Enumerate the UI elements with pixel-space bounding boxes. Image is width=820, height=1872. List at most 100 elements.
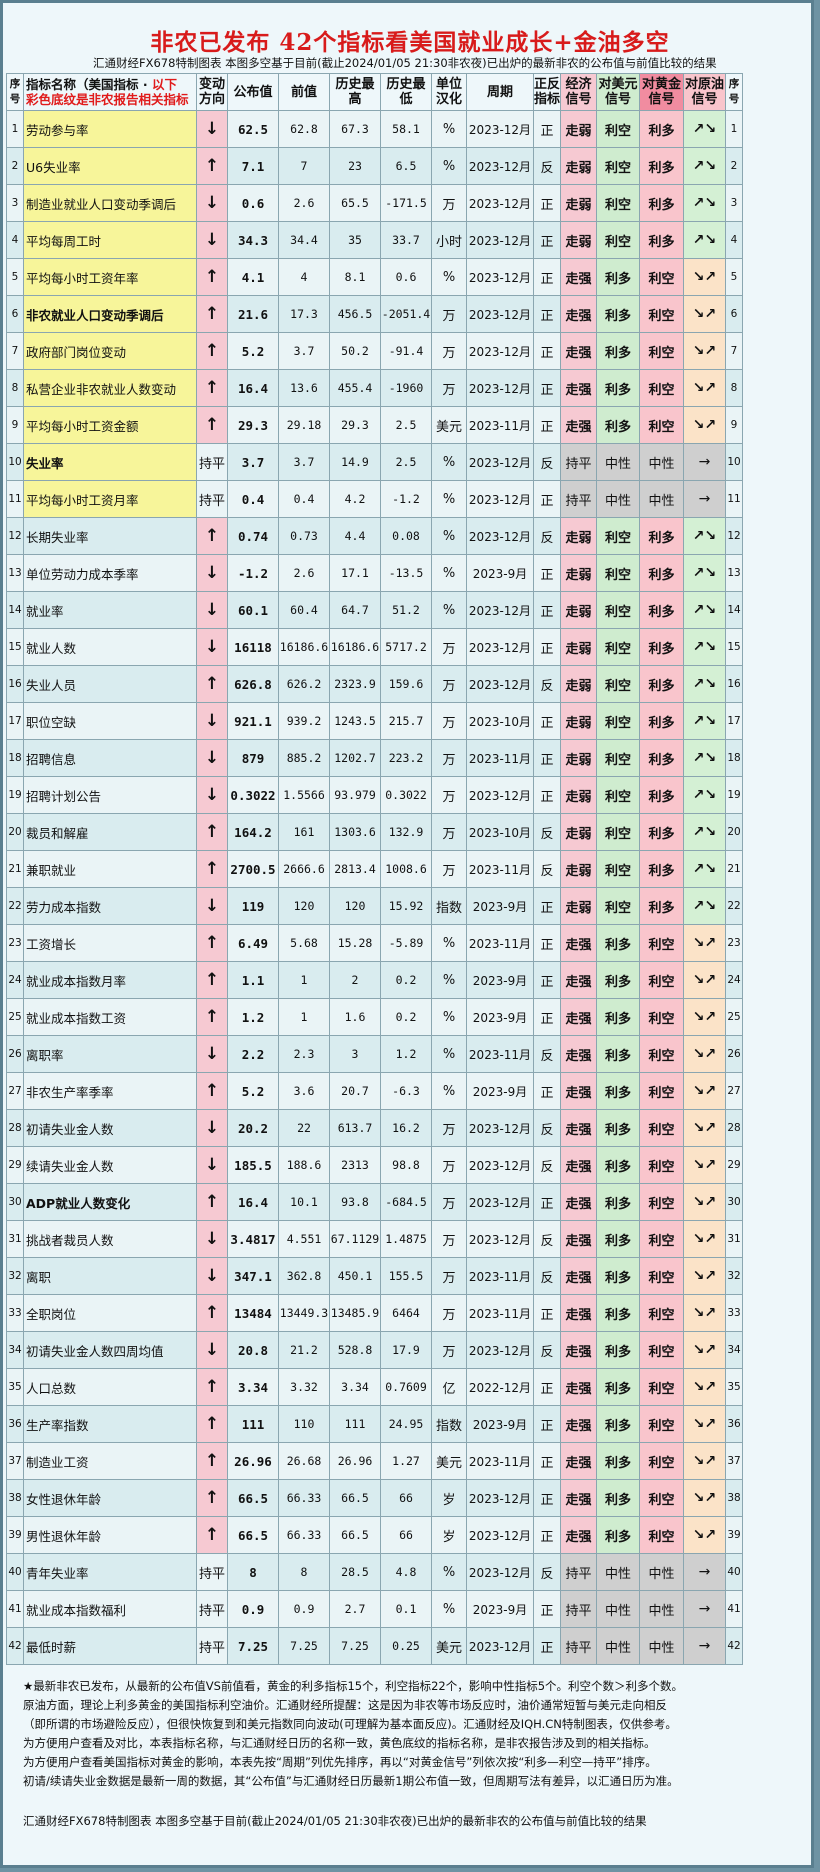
economic-signal: 走强 [560, 961, 597, 999]
row-index-right: 24 [725, 961, 743, 999]
change-direction: ↓ [196, 1109, 228, 1147]
previous-value: 26.68 [278, 1442, 330, 1480]
indicator-direction: 正 [533, 1072, 561, 1110]
period: 2023-11月 [466, 1294, 534, 1332]
previous-value: 22 [278, 1109, 330, 1147]
row-index-right: 29 [725, 1146, 743, 1184]
indicator-table: 序号 指标名称（美国指标 · 以下 彩色底纹是非农报告相关指标 变动方向 公布值 … [6, 73, 743, 1665]
row-index: 17 [6, 702, 24, 740]
unit: % [431, 1035, 467, 1073]
indicator-name: 初请失业金人数四周均值 [23, 1331, 197, 1369]
historical-high: 64.7 [329, 591, 381, 629]
indicator-name: 男性退休年龄 [23, 1516, 197, 1554]
historical-low: 66 [380, 1516, 432, 1554]
indicator-direction: 正 [533, 1479, 561, 1517]
indicator-direction: 反 [533, 147, 561, 185]
usd-signal: 利空 [596, 147, 640, 185]
change-direction: ↓ [196, 887, 228, 925]
previous-value: 1 [278, 961, 330, 999]
economic-signal: 走弱 [560, 739, 597, 777]
indicator-name: 离职率 [23, 1035, 197, 1073]
page-subtitle: 汇通财经FX678特制图表 本图多空基于目前(截止2024/01/05 21:3… [93, 56, 717, 70]
change-direction: ↓ [196, 1331, 228, 1369]
table-row: 19 招聘计划公告 ↓ 0.3022 1.5566 93.979 0.3022 万 2023-1… [6, 776, 743, 814]
table-row: 40 青年失业率 持平 8 8 28.5 4.8% 2023-12月反持平 中性 中性 → 40 [6, 1553, 743, 1591]
unit: 万 [431, 813, 467, 851]
row-index-right: 23 [725, 924, 743, 962]
note-line: 为方便用户查看及对比，本表指标名称，与汇通财经日历的名称一致，黄色底纹的指标名称… [23, 1736, 656, 1750]
indicator-direction: 正 [533, 591, 561, 629]
table-row: 20 裁员和解雇 ↑ 164.2 161 1303.6 132.9 万 2023-10月反走弱利… [6, 813, 743, 851]
unit: % [431, 998, 467, 1036]
historical-low: 5717.2 [380, 628, 432, 666]
table-row: 39 男性退休年龄 ↑ 66.5 66.33 66.5 66 岁 2023-12月正走强 利多 利空… [6, 1516, 743, 1554]
usd-signal: 利多 [596, 1183, 640, 1221]
row-index: 22 [6, 887, 24, 925]
historical-high: 450.1 [329, 1257, 381, 1295]
table-row: 8 私营企业非农就业人数变动 ↑ 16.4 13.6 455.4 -1960 万 2023-12… [6, 369, 743, 407]
economic-signal: 走弱 [560, 147, 597, 185]
row-index: 3 [6, 184, 24, 222]
row-index-right: 38 [725, 1479, 743, 1517]
economic-signal: 走弱 [560, 776, 597, 814]
row-index: 28 [6, 1109, 24, 1147]
period: 2023-12月 [466, 1516, 534, 1554]
indicator-name: 平均每小时工资月率 [23, 480, 197, 518]
published-value: 3.7 [227, 443, 279, 481]
previous-value: 885.2 [278, 739, 330, 777]
gold-signal: 利空 [639, 1257, 684, 1295]
change-direction: ↓ [196, 184, 228, 222]
previous-value: 16186.6 [278, 628, 330, 666]
economic-signal: 走弱 [560, 221, 597, 259]
header-high: 历史最高 [329, 73, 381, 111]
historical-low: 223.2 [380, 739, 432, 777]
oil-signal: → [683, 1590, 726, 1628]
gold-signal: 利多 [639, 739, 684, 777]
row-index-right: 37 [725, 1442, 743, 1480]
economic-signal: 走强 [560, 1442, 597, 1480]
row-index: 31 [6, 1220, 24, 1258]
oil-signal: ↗↘ [683, 221, 726, 259]
usd-signal: 利空 [596, 184, 640, 222]
unit: % [431, 258, 467, 296]
table-row: 9 平均每小时工资金额 ↑ 29.3 29.18 29.3 2.5 美元 2023-11月正走强… [6, 406, 743, 444]
previous-value: 362.8 [278, 1257, 330, 1295]
row-index: 40 [6, 1553, 24, 1591]
change-direction: ↑ [196, 1479, 228, 1517]
previous-value: 120 [278, 887, 330, 925]
indicator-name: 职位空缺 [23, 702, 197, 740]
oil-signal: ↗↘ [683, 591, 726, 629]
economic-signal: 走强 [560, 1516, 597, 1554]
oil-signal: → [683, 1553, 726, 1591]
oil-signal: ↗↘ [683, 554, 726, 592]
period: 2023-12月 [466, 776, 534, 814]
indicator-name: 裁员和解雇 [23, 813, 197, 851]
historical-high: 93.8 [329, 1183, 381, 1221]
change-direction: ↑ [196, 665, 228, 703]
row-index-right: 26 [725, 1035, 743, 1073]
historical-high: 29.3 [329, 406, 381, 444]
indicator-direction: 反 [533, 1553, 561, 1591]
economic-signal: 走强 [560, 332, 597, 370]
indicator-name: 私营企业非农就业人数变动 [23, 369, 197, 407]
row-index: 38 [6, 1479, 24, 1517]
row-index: 4 [6, 221, 24, 259]
published-value: 0.3022 [227, 776, 279, 814]
row-index: 37 [6, 1442, 24, 1480]
gold-signal: 利空 [639, 998, 684, 1036]
usd-signal: 中性 [596, 480, 640, 518]
historical-high: 4.2 [329, 480, 381, 518]
historical-high: 66.5 [329, 1479, 381, 1517]
historical-low: 0.2 [380, 961, 432, 999]
published-value: 5.2 [227, 332, 279, 370]
previous-value: 0.73 [278, 517, 330, 555]
oil-signal: ↘↗ [683, 1405, 726, 1443]
oil-signal: ↘↗ [683, 1257, 726, 1295]
header-period: 周期 [466, 73, 534, 111]
oil-signal: ↘↗ [683, 406, 726, 444]
table-row: 32 离职 ↓ 347.1 362.8 450.1 155.5 万 2023-11月反走强 利多利… [6, 1257, 743, 1295]
usd-signal: 利空 [596, 776, 640, 814]
period: 2023-9月 [466, 1590, 534, 1628]
oil-signal: ↗↘ [683, 702, 726, 740]
usd-signal: 利多 [596, 1442, 640, 1480]
